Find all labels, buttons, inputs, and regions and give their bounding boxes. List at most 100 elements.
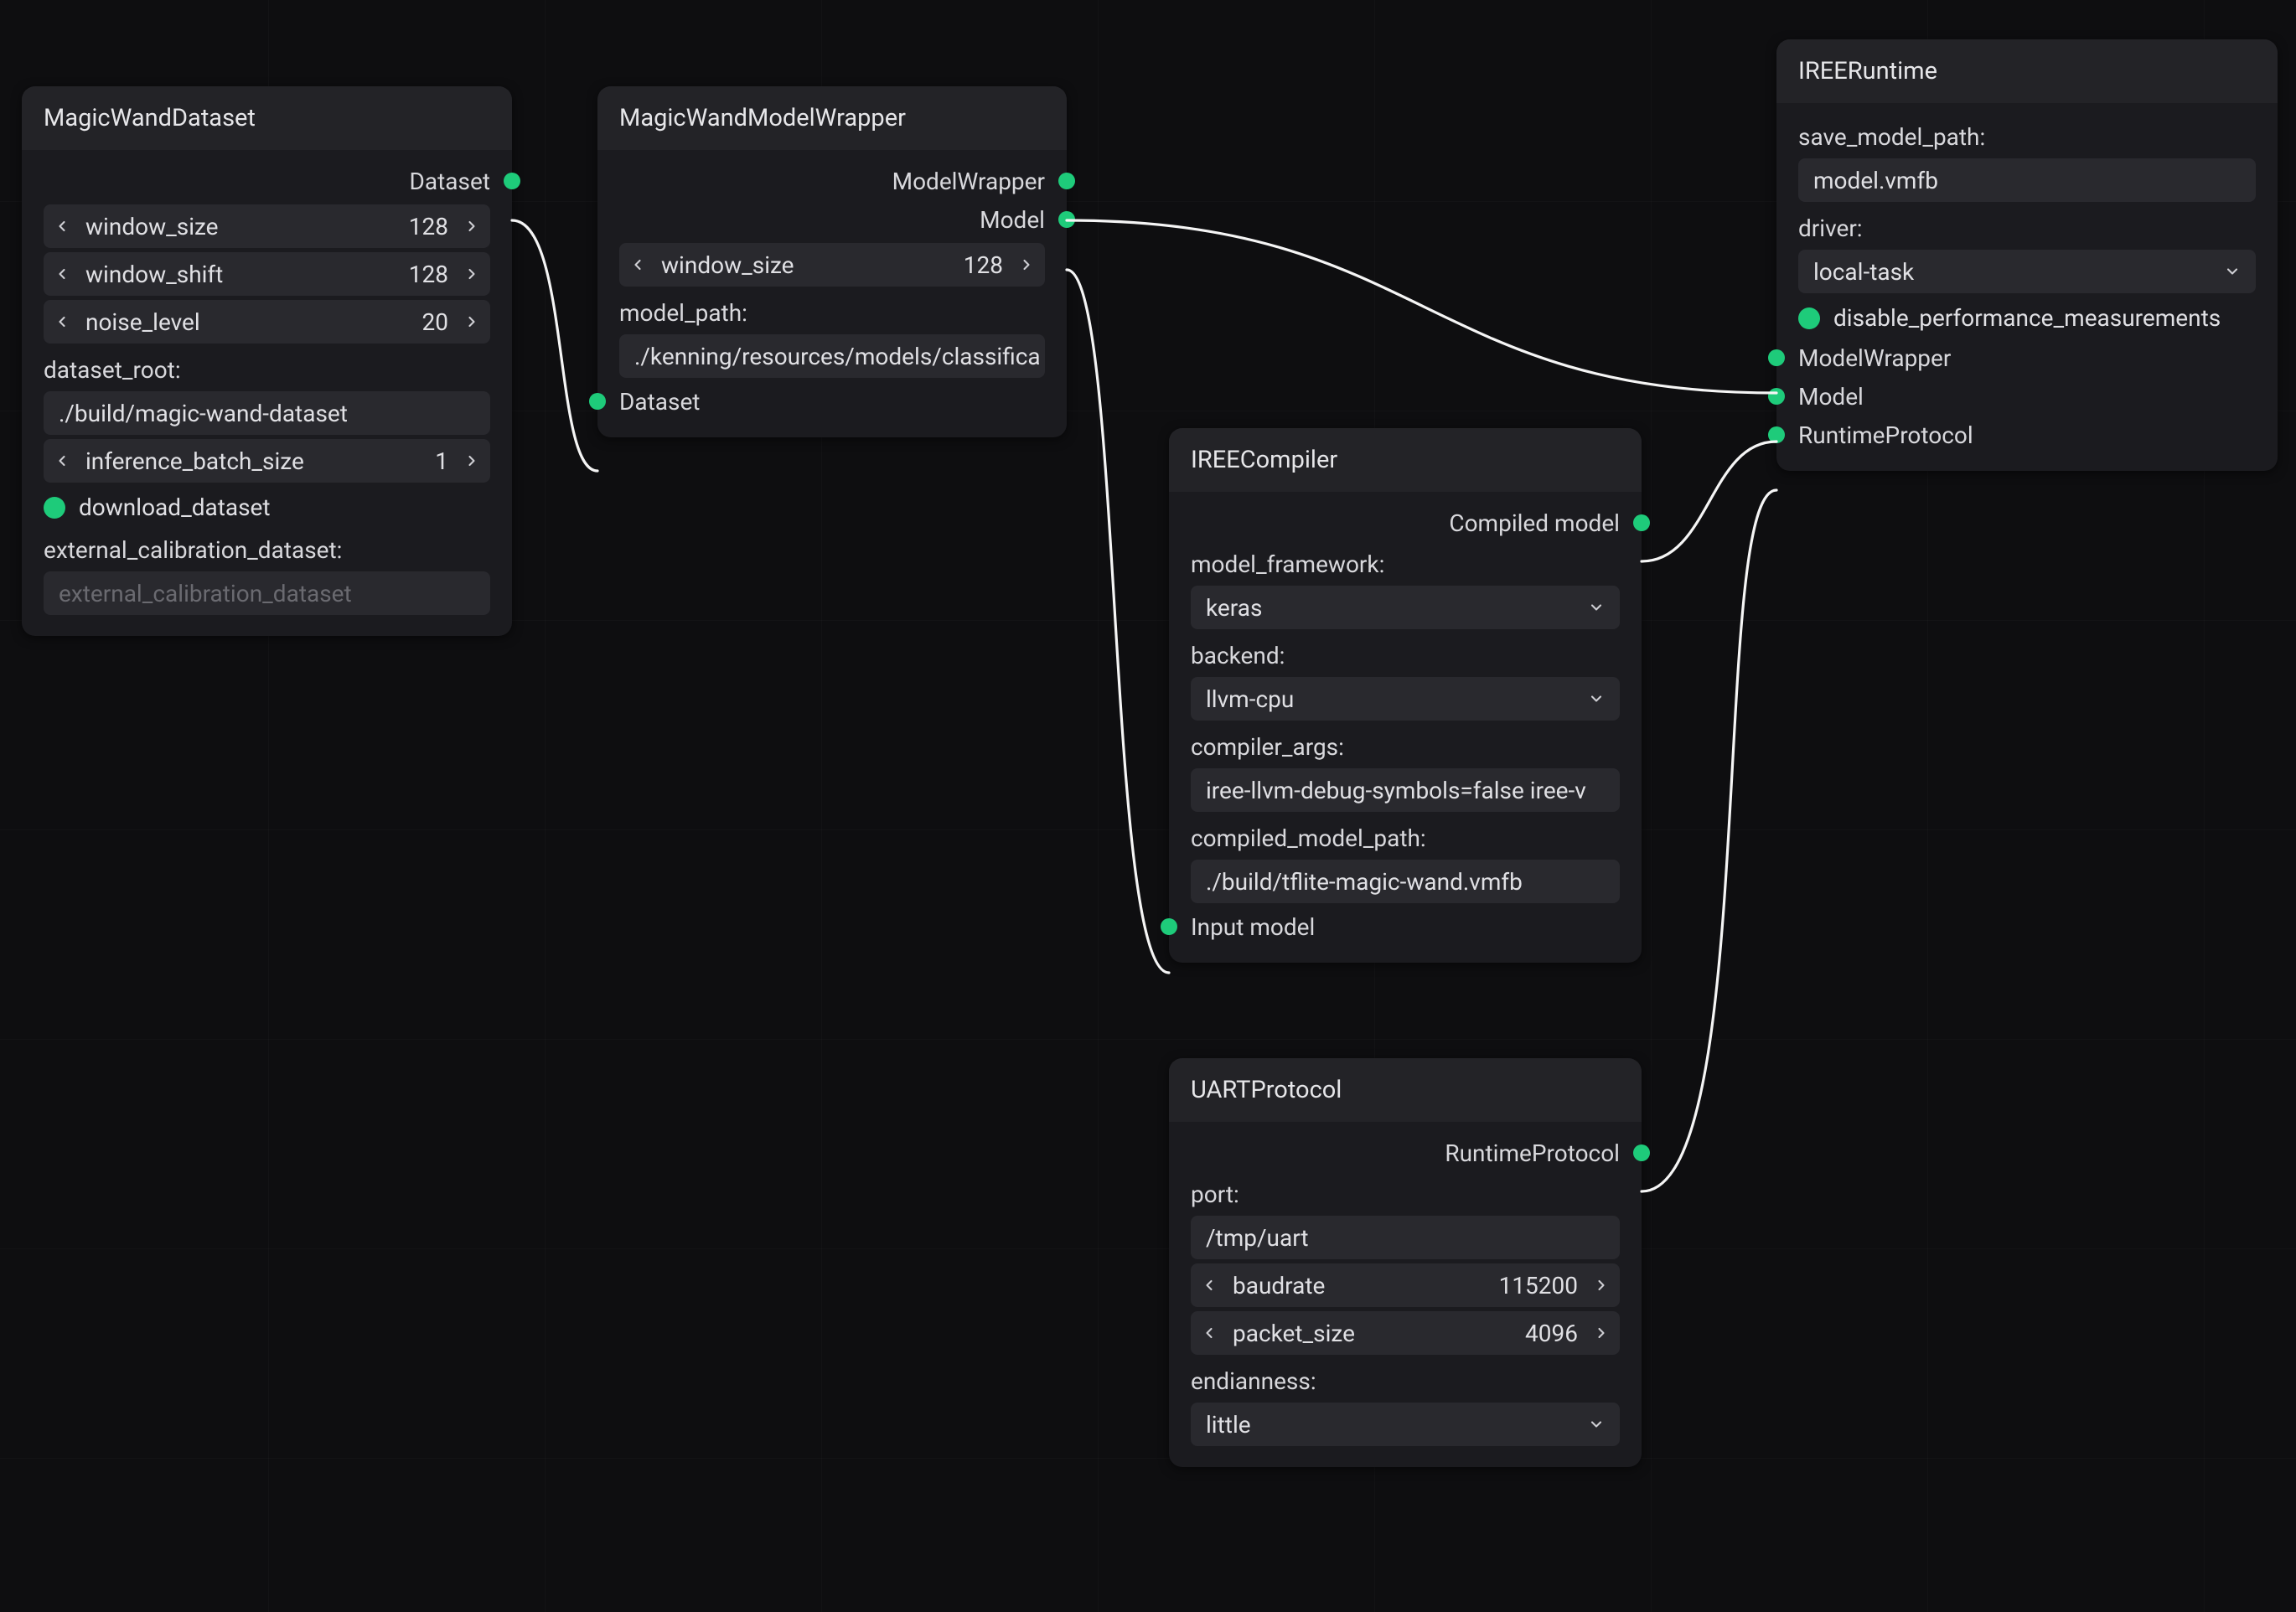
input-label: Dataset bbox=[619, 388, 700, 416]
input-port-runtime-protocol[interactable]: RuntimeProtocol bbox=[1776, 416, 2278, 454]
chevron-left-icon[interactable] bbox=[1191, 1277, 1228, 1294]
node-ireeruntime[interactable]: IREERuntime save_model_path: model.vmfb … bbox=[1776, 39, 2278, 471]
chevron-down-icon bbox=[1588, 685, 1605, 713]
select-model-framework[interactable]: keras bbox=[1191, 586, 1620, 629]
input-label: RuntimeProtocol bbox=[1798, 421, 1973, 449]
stepper-label: window_shift bbox=[80, 261, 404, 288]
output-label: Dataset bbox=[410, 168, 490, 195]
stepper-value: 1 bbox=[430, 447, 453, 475]
field-label-external-calib: external_calibration_dataset: bbox=[22, 528, 512, 567]
input-compiled-model-path[interactable]: ./build/tflite-magic-wand.vmfb bbox=[1191, 860, 1620, 903]
input-port[interactable]: /tmp/uart bbox=[1191, 1216, 1620, 1259]
stepper-window-shift[interactable]: window_shift 128 bbox=[44, 252, 490, 296]
stepper-packet-size[interactable]: packet_size 4096 bbox=[1191, 1311, 1620, 1355]
chevron-right-icon[interactable] bbox=[1583, 1277, 1620, 1294]
chevron-left-icon[interactable] bbox=[44, 313, 80, 330]
input-port-dataset[interactable]: Dataset bbox=[597, 382, 1067, 421]
stepper-value: 115200 bbox=[1494, 1272, 1583, 1299]
select-driver[interactable]: local-task bbox=[1798, 250, 2256, 293]
output-port-model[interactable]: Model bbox=[597, 200, 1067, 239]
chevron-left-icon[interactable] bbox=[619, 256, 656, 273]
port-dot-icon[interactable] bbox=[1768, 426, 1785, 443]
select-value: little bbox=[1206, 1411, 1251, 1439]
port-dot-icon[interactable] bbox=[504, 173, 520, 189]
node-magicwanddataset[interactable]: MagicWandDataset Dataset window_size 128… bbox=[22, 86, 512, 636]
input-compiler-args[interactable]: iree-llvm-debug-symbols=false iree-v bbox=[1191, 768, 1620, 812]
field-label-save-model-path: save_model_path: bbox=[1776, 115, 2278, 154]
output-port-modelwrapper[interactable]: ModelWrapper bbox=[597, 162, 1067, 200]
toggle-label: disable_performance_measurements bbox=[1833, 304, 2221, 332]
input-save-model-path[interactable]: model.vmfb bbox=[1798, 158, 2256, 202]
field-label-dataset-root: dataset_root: bbox=[22, 348, 512, 387]
stepper-value: 4096 bbox=[1520, 1320, 1583, 1347]
check-dot-icon bbox=[44, 497, 65, 519]
input-port-modelwrapper[interactable]: ModelWrapper bbox=[1776, 338, 2278, 377]
port-dot-icon[interactable] bbox=[1161, 918, 1177, 935]
node-title[interactable]: UARTProtocol bbox=[1169, 1058, 1642, 1122]
select-endianness[interactable]: little bbox=[1191, 1403, 1620, 1446]
chevron-left-icon[interactable] bbox=[44, 218, 80, 235]
toggle-download-dataset[interactable]: download_dataset bbox=[22, 487, 512, 528]
field-label-endianness: endianness: bbox=[1169, 1359, 1642, 1398]
chevron-down-icon bbox=[1588, 594, 1605, 622]
field-label-compiled-model-path: compiled_model_path: bbox=[1169, 816, 1642, 855]
node-title[interactable]: IREERuntime bbox=[1776, 39, 2278, 103]
stepper-value: 128 bbox=[959, 251, 1008, 279]
input-dataset-root[interactable]: ./build/magic-wand-dataset bbox=[44, 391, 490, 435]
stepper-window-size[interactable]: window_size 128 bbox=[619, 243, 1045, 287]
stepper-label: noise_level bbox=[80, 308, 417, 336]
node-title[interactable]: MagicWandModelWrapper bbox=[597, 86, 1067, 150]
port-dot-icon[interactable] bbox=[1633, 1144, 1650, 1161]
chevron-right-icon[interactable] bbox=[453, 313, 490, 330]
stepper-noise-level[interactable]: noise_level 20 bbox=[44, 300, 490, 344]
stepper-value: 128 bbox=[404, 213, 453, 240]
select-value: llvm-cpu bbox=[1206, 685, 1294, 713]
chevron-down-icon bbox=[2224, 258, 2241, 286]
chevron-left-icon[interactable] bbox=[1191, 1325, 1228, 1341]
input-port-input-model[interactable]: Input model bbox=[1169, 907, 1642, 946]
chevron-right-icon[interactable] bbox=[453, 218, 490, 235]
port-dot-icon[interactable] bbox=[1058, 211, 1075, 228]
chevron-left-icon[interactable] bbox=[44, 452, 80, 469]
chevron-right-icon[interactable] bbox=[453, 266, 490, 282]
field-label-backend: backend: bbox=[1169, 633, 1642, 673]
input-label: Model bbox=[1798, 383, 1864, 411]
stepper-window-size[interactable]: window_size 128 bbox=[44, 204, 490, 248]
output-label: Model bbox=[980, 206, 1045, 234]
chevron-left-icon[interactable] bbox=[44, 266, 80, 282]
stepper-value: 128 bbox=[404, 261, 453, 288]
node-title[interactable]: IREECompiler bbox=[1169, 428, 1642, 492]
output-label: RuntimeProtocol bbox=[1445, 1139, 1620, 1167]
stepper-inference-batch-size[interactable]: inference_batch_size 1 bbox=[44, 439, 490, 483]
chevron-right-icon[interactable] bbox=[453, 452, 490, 469]
node-title[interactable]: MagicWandDataset bbox=[22, 86, 512, 150]
select-backend[interactable]: llvm-cpu bbox=[1191, 677, 1620, 721]
check-dot-icon bbox=[1798, 307, 1820, 329]
port-dot-icon[interactable] bbox=[1633, 514, 1650, 531]
port-dot-icon[interactable] bbox=[1058, 173, 1075, 189]
select-value: local-task bbox=[1813, 258, 1914, 286]
chevron-right-icon[interactable] bbox=[1583, 1325, 1620, 1341]
output-port-compiled-model[interactable]: Compiled model bbox=[1169, 504, 1642, 542]
stepper-label: window_size bbox=[80, 213, 404, 240]
stepper-baudrate[interactable]: baudrate 115200 bbox=[1191, 1263, 1620, 1307]
port-dot-icon[interactable] bbox=[1768, 388, 1785, 405]
port-dot-icon[interactable] bbox=[1768, 349, 1785, 366]
output-port-runtime-protocol[interactable]: RuntimeProtocol bbox=[1169, 1134, 1642, 1172]
node-uartprotocol[interactable]: UARTProtocol RuntimeProtocol port: /tmp/… bbox=[1169, 1058, 1642, 1467]
chevron-right-icon[interactable] bbox=[1008, 256, 1045, 273]
field-label-model-path: model_path: bbox=[597, 291, 1067, 330]
input-model-path[interactable]: ./kenning/resources/models/classifica bbox=[619, 334, 1045, 378]
node-canvas[interactable]: MagicWandDataset Dataset window_size 128… bbox=[0, 0, 2296, 1612]
port-dot-icon[interactable] bbox=[589, 393, 606, 410]
node-magicwandmodelwrapper[interactable]: MagicWandModelWrapper ModelWrapper Model… bbox=[597, 86, 1067, 437]
stepper-label: inference_batch_size bbox=[80, 447, 430, 475]
field-label-driver: driver: bbox=[1776, 206, 2278, 245]
node-ireecompiler[interactable]: IREECompiler Compiled model model_framew… bbox=[1169, 428, 1642, 963]
input-external-calib[interactable]: external_calibration_dataset bbox=[44, 571, 490, 615]
output-label: Compiled model bbox=[1449, 509, 1620, 537]
stepper-label: window_size bbox=[656, 251, 959, 279]
toggle-disable-performance[interactable]: disable_performance_measurements bbox=[1776, 297, 2278, 338]
output-port-dataset[interactable]: Dataset bbox=[22, 162, 512, 200]
input-port-model[interactable]: Model bbox=[1776, 377, 2278, 416]
